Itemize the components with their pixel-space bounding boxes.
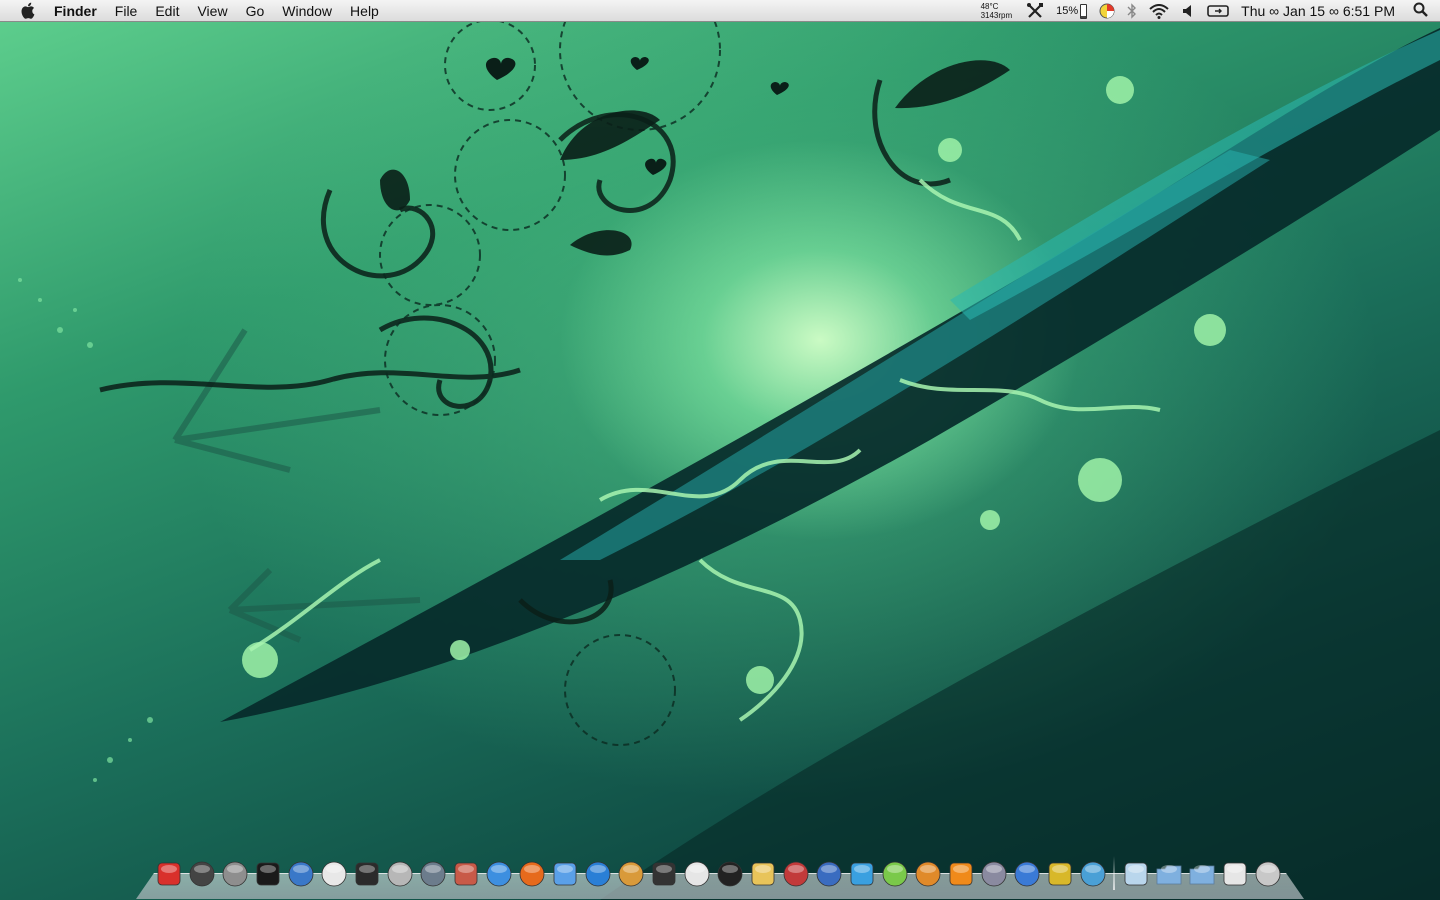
wifi-icon[interactable] bbox=[1143, 0, 1175, 22]
script-editor-icon[interactable] bbox=[977, 857, 1010, 890]
spotlight-icon[interactable] bbox=[1405, 2, 1440, 20]
mail-icon[interactable] bbox=[746, 857, 779, 890]
itunes-icon[interactable] bbox=[548, 857, 581, 890]
bluetooth-icon[interactable] bbox=[1121, 0, 1143, 22]
menu-view[interactable]: View bbox=[188, 0, 236, 22]
finder-icon[interactable] bbox=[152, 857, 185, 890]
trash-icon[interactable] bbox=[1251, 857, 1284, 890]
volume-icon[interactable] bbox=[1175, 0, 1201, 22]
system-preferences-icon[interactable] bbox=[218, 857, 251, 890]
terminal-icon[interactable] bbox=[251, 857, 284, 890]
firefox-icon[interactable] bbox=[515, 857, 548, 890]
utility-icon[interactable] bbox=[416, 857, 449, 890]
temperature-readout: 48°C bbox=[980, 2, 999, 11]
keynote-icon[interactable] bbox=[911, 857, 944, 890]
display-icon[interactable] bbox=[1201, 0, 1235, 22]
network-icon[interactable] bbox=[284, 857, 317, 890]
windows-icon[interactable] bbox=[812, 857, 845, 890]
plant-app-icon[interactable] bbox=[878, 857, 911, 890]
calendar-icon[interactable] bbox=[680, 857, 713, 890]
pictures-stack-icon[interactable] bbox=[1218, 857, 1251, 890]
clock[interactable]: Thu ∞ Jan 15 ∞ 6:51 PM bbox=[1235, 3, 1405, 19]
activity-monitor-icon[interactable] bbox=[350, 857, 383, 890]
vmware-icon[interactable] bbox=[779, 857, 812, 890]
fan-speed-readout: 3143rpm bbox=[980, 11, 1013, 20]
menu-go[interactable]: Go bbox=[237, 0, 274, 22]
dock-separator bbox=[1113, 856, 1115, 890]
temperature-monitor[interactable]: 48°C 3143rpm bbox=[977, 2, 1021, 20]
disk-utility-icon[interactable] bbox=[383, 857, 416, 890]
pie-chart-icon[interactable] bbox=[1093, 0, 1121, 22]
iphoto-icon[interactable] bbox=[614, 857, 647, 890]
quicktime-icon[interactable] bbox=[581, 857, 614, 890]
pages-icon[interactable] bbox=[944, 857, 977, 890]
xcode-icon[interactable] bbox=[1076, 857, 1109, 890]
photo-booth-icon[interactable] bbox=[449, 857, 482, 890]
menu-file[interactable]: File bbox=[106, 0, 147, 22]
dock bbox=[136, 854, 1304, 900]
ipod-icon[interactable] bbox=[713, 857, 746, 890]
apple-icon[interactable] bbox=[18, 2, 36, 20]
camera-icon[interactable] bbox=[647, 857, 680, 890]
menu-window[interactable]: Window bbox=[273, 0, 341, 22]
menu-edit[interactable]: Edit bbox=[146, 0, 188, 22]
menu-help[interactable]: Help bbox=[341, 0, 388, 22]
chart-app-icon[interactable] bbox=[845, 857, 878, 890]
word-icon[interactable] bbox=[1010, 857, 1043, 890]
tools-icon[interactable] bbox=[1020, 0, 1050, 22]
battery-status[interactable]: 15% bbox=[1050, 0, 1093, 22]
downloads-folder-icon[interactable] bbox=[1185, 857, 1218, 890]
desktop-wallpaper bbox=[0, 0, 1440, 900]
battery-percent: 15% bbox=[1056, 5, 1079, 17]
game-icon[interactable] bbox=[1043, 857, 1076, 890]
documents-stack-icon[interactable] bbox=[1119, 857, 1152, 890]
battery-icon bbox=[1080, 3, 1088, 19]
menu-app-finder[interactable]: Finder bbox=[54, 0, 106, 22]
safari-icon[interactable] bbox=[482, 857, 515, 890]
applications-folder-icon[interactable] bbox=[1152, 857, 1185, 890]
menu-bar: Finder File Edit View Go Window Help 48°… bbox=[0, 0, 1440, 22]
dashboard-icon[interactable] bbox=[185, 857, 218, 890]
airport-icon[interactable] bbox=[317, 857, 350, 890]
